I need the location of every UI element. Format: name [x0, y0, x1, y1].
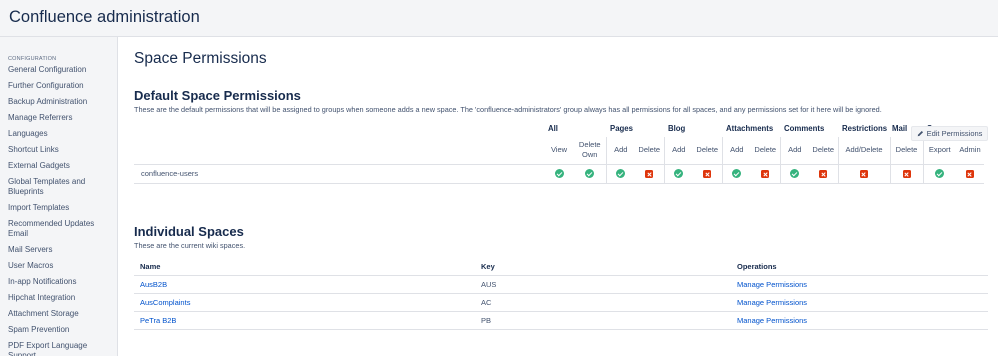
cross-icon [703, 170, 712, 178]
individual-spaces-title: Individual Spaces [134, 223, 244, 239]
group-attachments: Attachments [726, 124, 774, 133]
sidebar-item-pdf-export-language[interactable]: PDF Export Language Support [8, 341, 117, 356]
perm-delete-own: Delete Own [574, 137, 606, 165]
perm-comments-delete: Delete [809, 137, 838, 165]
individual-spaces-description: These are the current wiki spaces. [134, 240, 246, 250]
perm-attachments-delete: Delete [751, 137, 780, 165]
cross-icon [819, 170, 828, 178]
pencil-icon [917, 130, 923, 137]
sidebar-item-recommended-updates-email[interactable]: Recommended Updates Email [8, 219, 117, 239]
space-key: AC [475, 293, 731, 312]
cross-icon [761, 170, 770, 178]
perm-blog-add: Add [663, 137, 693, 165]
default-permissions-title: Default Space Permissions [134, 88, 301, 103]
space-link[interactable]: AusB2B [140, 280, 167, 289]
sidebar-item-shortcut-links[interactable]: Shortcut Links [8, 145, 117, 155]
check-circle-icon [790, 169, 800, 179]
admin-sidebar: CONFIGURATION General Configuration Furt… [0, 37, 118, 356]
sidebar-item-backup-administration[interactable]: Backup Administration [8, 97, 117, 107]
sidebar-item-mail-servers[interactable]: Mail Servers [8, 245, 117, 255]
perm-comments-add: Add [779, 137, 809, 165]
check-circle-icon [674, 169, 684, 179]
manage-permissions-link[interactable]: Manage Permissions [737, 280, 807, 289]
edit-permissions-label: Edit Permissions [926, 129, 983, 138]
cross-icon [645, 170, 654, 178]
check-circle-icon [732, 169, 742, 179]
group-pages: Pages [610, 124, 633, 133]
perm-attachments-add: Add [721, 137, 751, 165]
perm-space-admin: Admin [956, 137, 984, 165]
manage-permissions-link[interactable]: Manage Permissions [737, 298, 807, 307]
space-key: PB [475, 311, 731, 330]
perm-space-export: Export [922, 137, 956, 165]
sidebar-section-label: CONFIGURATION [8, 56, 57, 62]
perm-view: View [544, 137, 574, 165]
cross-icon [860, 170, 868, 178]
edit-permissions-button[interactable]: Edit Permissions [911, 126, 988, 141]
manage-permissions-link[interactable]: Manage Permissions [737, 316, 807, 325]
perm-pages-delete: Delete [635, 137, 664, 165]
perm-pages-add: Add [605, 137, 635, 165]
main-content: Space Permissions Edit Permissions Defau… [118, 37, 998, 356]
sidebar-item-languages[interactable]: Languages [8, 129, 117, 139]
sidebar-item-external-gadgets[interactable]: External Gadgets [8, 161, 117, 171]
default-permissions-table: All Pages Blog Attachments Comments Rest… [134, 120, 984, 184]
perm-mail-delete: Delete [889, 137, 923, 165]
spaces-table: Name Key Operations AusB2B AUS Manage Pe… [134, 257, 988, 330]
sidebar-item-manage-referrers[interactable]: Manage Referrers [8, 113, 117, 123]
table-row: AusB2B AUS Manage Permissions [134, 275, 988, 294]
group-name: confluence-users [134, 164, 544, 184]
sidebar-item-hipchat-integration[interactable]: Hipchat Integration [8, 293, 117, 303]
check-circle-icon [935, 169, 945, 179]
group-blog: Blog [668, 124, 686, 133]
check-circle-icon [554, 169, 564, 179]
default-permissions-description: These are the default permissions that w… [134, 105, 882, 114]
sidebar-item-attachment-storage[interactable]: Attachment Storage [8, 309, 117, 319]
column-operations: Operations [731, 257, 988, 276]
permission-row: confluence-users [134, 164, 984, 184]
table-row: PeTra B2B PB Manage Permissions [134, 311, 988, 330]
perm-blog-delete: Delete [693, 137, 722, 165]
app-header: Confluence administration [0, 0, 998, 37]
table-row: AusComplaints AC Manage Permissions [134, 293, 988, 312]
perm-restrictions-add-delete: Add/Delete [837, 137, 890, 165]
check-circle-icon [616, 169, 626, 179]
space-link[interactable]: AusComplaints [140, 298, 190, 307]
sidebar-item-import-templates[interactable]: Import Templates [8, 203, 117, 213]
cross-icon [966, 170, 974, 178]
cross-icon [902, 170, 911, 178]
page-title: Space Permissions [134, 50, 267, 67]
group-restrictions: Restrictions [842, 124, 888, 133]
sidebar-item-spam-prevention[interactable]: Spam Prevention [8, 325, 117, 335]
sidebar-item-further-configuration[interactable]: Further Configuration [8, 81, 117, 91]
app-title: Confluence administration [9, 8, 200, 26]
column-key: Key [475, 257, 731, 276]
check-circle-icon [585, 169, 595, 179]
group-all: All [548, 124, 558, 133]
column-name: Name [134, 257, 475, 276]
space-key: AUS [475, 275, 731, 294]
space-link[interactable]: PeTra B2B [140, 316, 176, 325]
group-comments: Comments [784, 124, 825, 133]
sidebar-item-user-macros[interactable]: User Macros [8, 261, 117, 271]
sidebar-item-general-configuration[interactable]: General Configuration [8, 65, 117, 75]
sidebar-item-global-templates[interactable]: Global Templates and Blueprints [8, 177, 117, 197]
sidebar-item-in-app-notifications[interactable]: In-app Notifications [8, 277, 117, 287]
